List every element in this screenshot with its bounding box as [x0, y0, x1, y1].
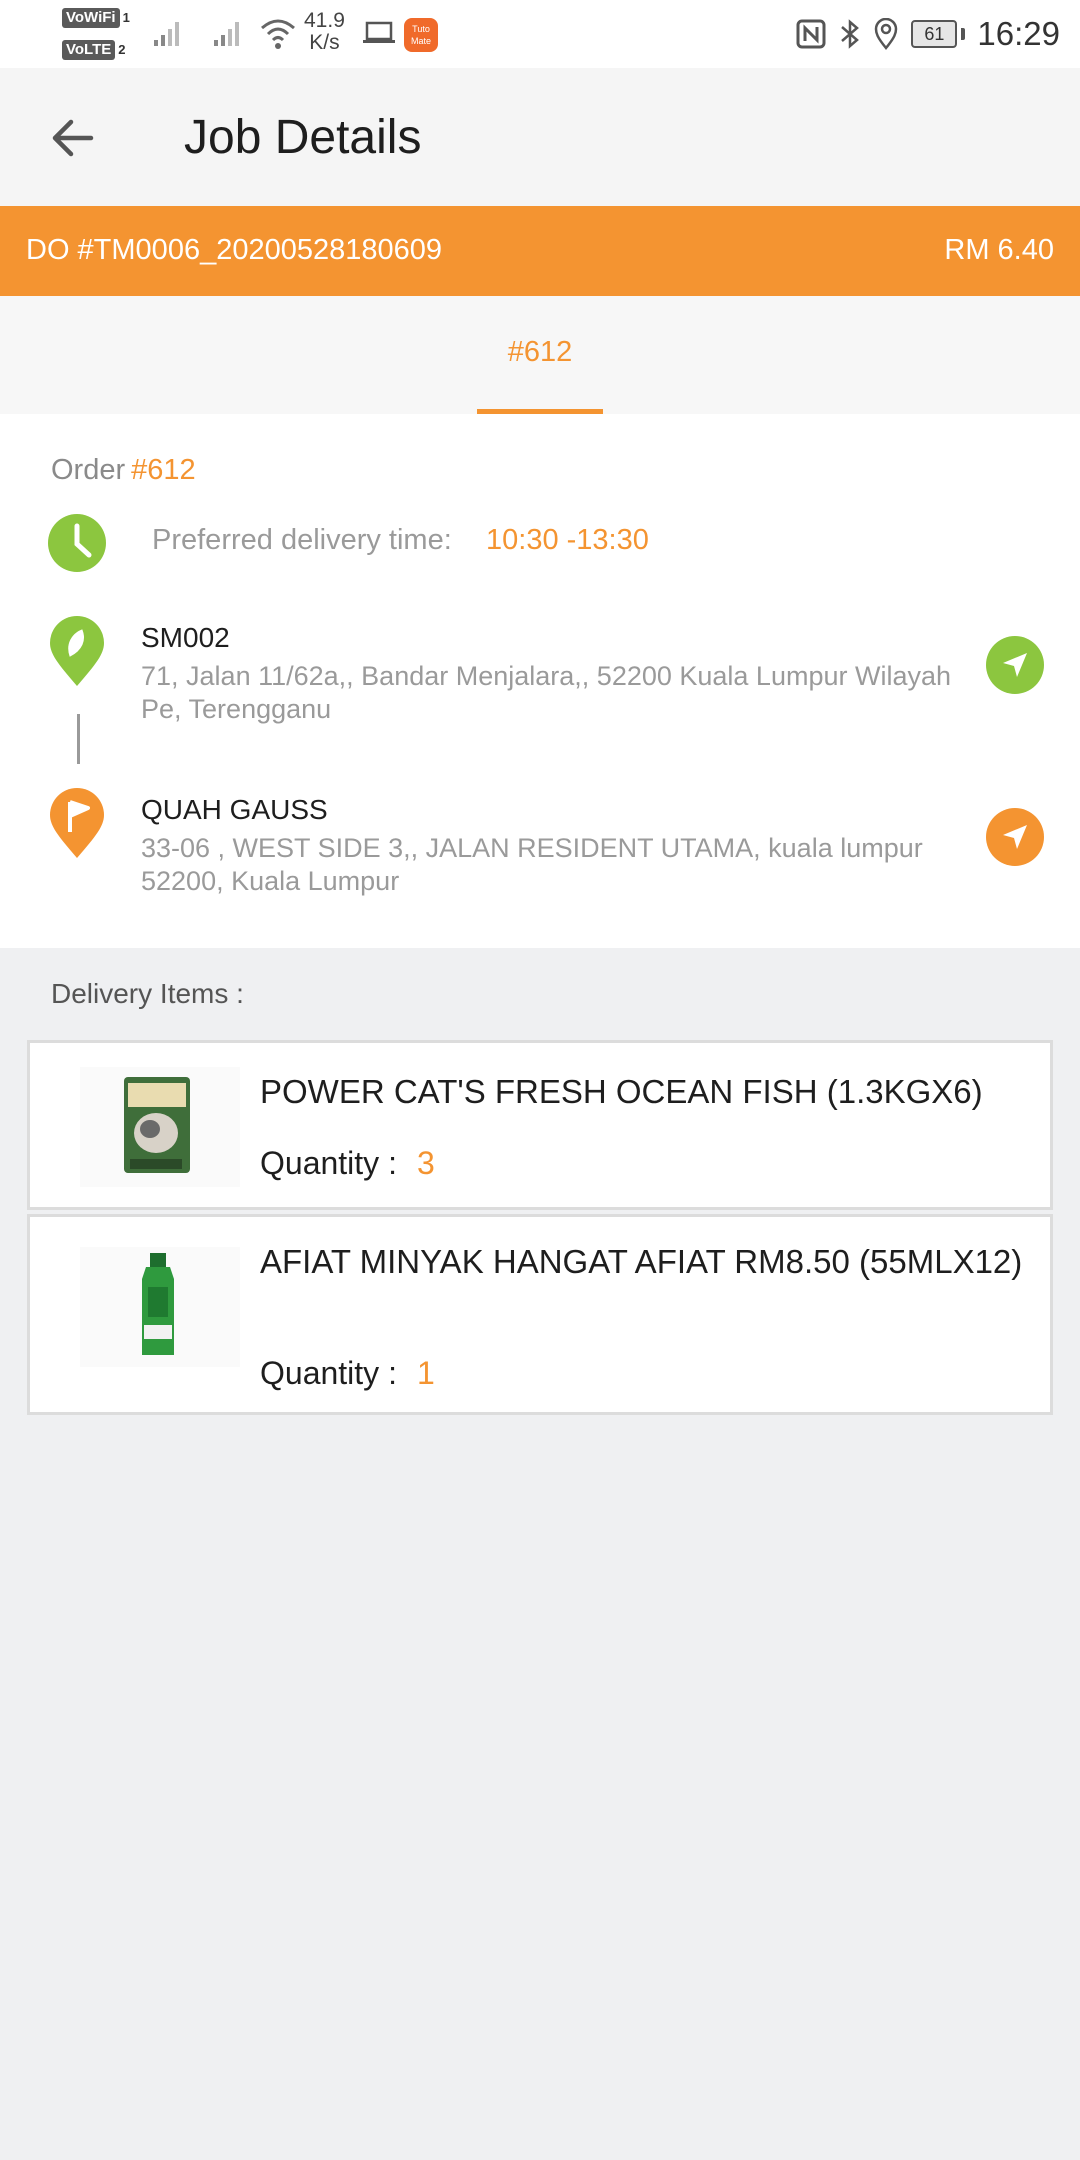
do-number: DO #TM0006_20200528180609	[26, 234, 442, 266]
delivery-item[interactable]: POWER CAT'S FRESH OCEAN FISH (1.3KGX6) Q…	[27, 1040, 1053, 1210]
order-number: #612	[131, 454, 196, 486]
volte-badge: VoLTE	[62, 40, 116, 60]
product-cat-food-image	[80, 1067, 240, 1187]
order-details-card: Order #612 Preferred delivery time: 10:30…	[0, 414, 1080, 948]
quantity-label: Quantity :	[260, 1145, 397, 1181]
item-quantity-row: Quantity : 1	[260, 1355, 435, 1392]
dropoff-name: QUAH GAUSS	[141, 794, 328, 825]
order-label: Order	[51, 454, 126, 486]
clock: 16:29	[977, 15, 1060, 52]
signal-1-icon	[154, 22, 179, 46]
delivery-order-banner: DO #TM0006_20200528180609 RM 6.40	[0, 206, 1080, 296]
sim-slot-2: 2	[118, 42, 126, 57]
clock-icon	[48, 514, 106, 572]
dropoff-address: 33-06 , WEST SIDE 3,, JALAN RESIDENT UTA…	[141, 833, 923, 896]
app-notification-icon: Tuto Mate	[404, 18, 438, 52]
laptop-icon	[363, 21, 395, 43]
battery-level: 61	[924, 24, 945, 44]
nfc-icon	[796, 19, 826, 49]
bluetooth-icon	[841, 19, 860, 49]
quantity-value: 3	[416, 1145, 435, 1181]
delivery-item[interactable]: AFIAT MINYAK HANGAT AFIAT RM8.50 (55MLX1…	[27, 1214, 1053, 1415]
delivery-fee: RM 6.40	[944, 234, 1054, 266]
route-connector-line	[77, 714, 80, 764]
pickup-navigate-button[interactable]	[986, 636, 1044, 694]
location-icon	[875, 18, 898, 50]
speed-unit: K/s	[309, 31, 340, 54]
network-speed: 41.9 K/s	[304, 10, 345, 54]
signal-2-icon	[214, 22, 239, 46]
pickup-name: SM002	[141, 622, 230, 653]
quantity-label: Quantity :	[260, 1355, 397, 1391]
battery-icon: 61	[911, 20, 958, 48]
quantity-value: 1	[416, 1355, 435, 1391]
order-tabs: #612	[0, 296, 1080, 414]
order-number-row: Order #612	[51, 454, 196, 487]
dropoff-flag-pin-icon	[50, 788, 104, 858]
wifi-icon	[261, 19, 295, 49]
tab-order-612[interactable]: #612	[477, 296, 603, 414]
delivery-items-heading: Delivery Items :	[51, 978, 244, 1009]
status-bar: VoWiFi 1 VoLTE 2 41.9 K/s Tuto Mate 61 1…	[0, 0, 1080, 68]
vowifi-badge: VoWiFi	[62, 8, 120, 28]
page-title: Job Details	[184, 111, 422, 164]
navigate-arrow-icon	[1003, 653, 1027, 677]
app-bar: Job Details	[0, 68, 1080, 206]
battery-tip	[961, 28, 966, 40]
back-button[interactable]	[40, 108, 104, 168]
dropoff-navigate-button[interactable]	[986, 808, 1044, 866]
item-quantity-row: Quantity : 3	[260, 1145, 435, 1182]
product-oil-bottle-image	[80, 1247, 240, 1367]
pickup-leaf-pin-icon	[50, 616, 104, 686]
status-right-group: 61 16:29	[795, 14, 1060, 54]
speed-value: 41.9	[304, 9, 345, 32]
preferred-time-label: Preferred delivery time:	[152, 524, 452, 556]
pickup-address: 71, Jalan 11/62a,, Bandar Menjalara,, 52…	[141, 661, 952, 724]
sim-slot-1: 1	[122, 10, 130, 25]
item-name: POWER CAT'S FRESH OCEAN FISH (1.3KGX6)	[260, 1073, 983, 1110]
preferred-time-value: 10:30 -13:30	[486, 524, 649, 556]
navigate-arrow-icon	[1003, 825, 1027, 849]
item-name: AFIAT MINYAK HANGAT AFIAT RM8.50 (55MLX1…	[260, 1243, 1023, 1280]
tab-label: #612	[507, 336, 573, 368]
arrow-left-icon	[52, 119, 94, 157]
